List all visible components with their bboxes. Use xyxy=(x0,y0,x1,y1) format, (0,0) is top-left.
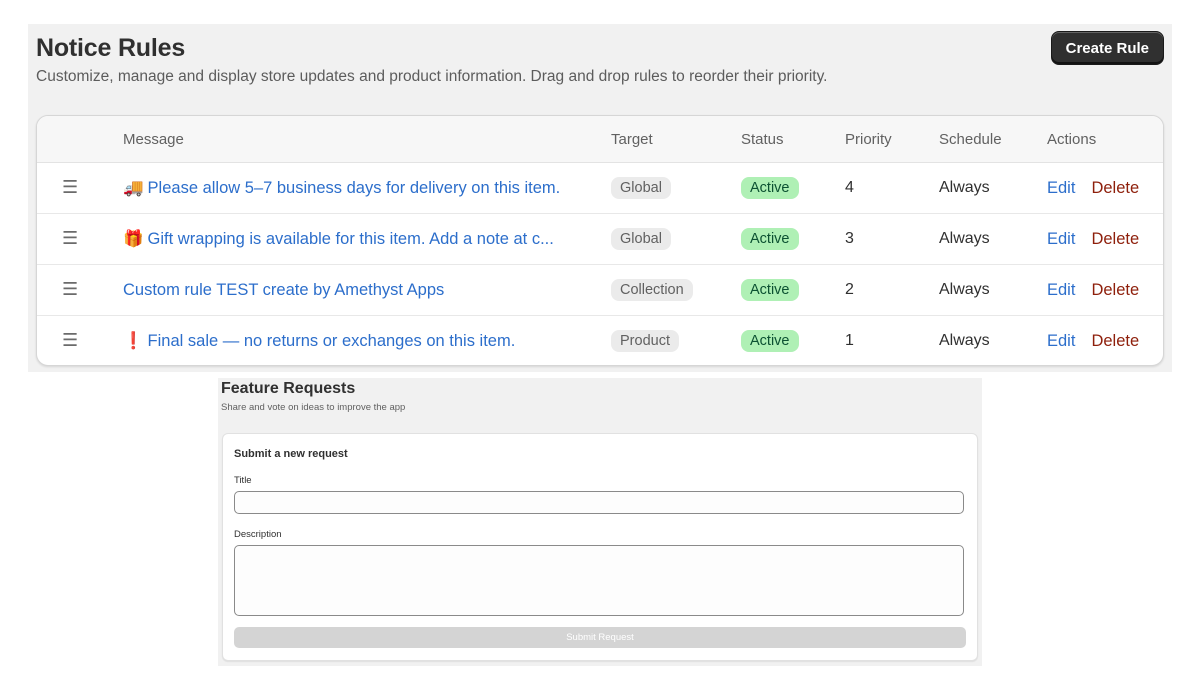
rule-message-link[interactable]: Custom rule TEST create by Amethyst Apps xyxy=(123,281,444,300)
rules-table: Message Target Status Priority Schedule … xyxy=(37,116,1163,366)
truck-icon: 🚚 xyxy=(123,178,144,197)
request-form-card: Submit a new request Title Description S… xyxy=(222,433,978,661)
priority-value: 4 xyxy=(845,162,939,214)
schedule-value: Always xyxy=(939,332,990,349)
column-header-status: Status xyxy=(741,116,845,163)
priority-value: 1 xyxy=(845,332,854,349)
column-header-priority: Priority xyxy=(845,116,939,163)
rule-message-link[interactable]: ❗ Final sale — no returns or exchanges on… xyxy=(123,331,515,351)
create-rule-button[interactable]: Create Rule xyxy=(1050,31,1164,65)
schedule-value: Always xyxy=(939,264,1047,316)
description-textarea[interactable] xyxy=(234,545,964,616)
delete-button[interactable]: Delete xyxy=(1091,281,1139,299)
drag-handle-icon[interactable]: ☰ xyxy=(62,331,78,349)
feature-requests-panel: Feature Requests Share and vote on ideas… xyxy=(218,378,982,666)
submit-request-button[interactable]: Submit Request xyxy=(234,627,966,648)
table-row: ☰ Custom rule TEST create by Amethyst Ap… xyxy=(37,264,1163,316)
gift-icon: 🎁 xyxy=(123,229,144,248)
edit-button[interactable]: Edit xyxy=(1047,179,1075,197)
edit-button[interactable]: Edit xyxy=(1047,281,1075,299)
priority-value: 3 xyxy=(845,213,939,265)
title-label: Title xyxy=(234,475,252,486)
edit-button[interactable]: Edit xyxy=(1047,332,1075,350)
column-header-drag xyxy=(37,116,123,163)
edit-button[interactable]: Edit xyxy=(1047,230,1075,248)
delete-button[interactable]: Delete xyxy=(1091,179,1139,197)
status-badge: Active xyxy=(741,330,799,352)
rules-table-card: Message Target Status Priority Schedule … xyxy=(36,115,1164,366)
drag-handle-icon[interactable]: ☰ xyxy=(62,178,78,196)
notice-rules-panel: Notice Rules Customize, manage and displ… xyxy=(28,24,1172,372)
drag-handle-icon[interactable]: ☰ xyxy=(62,280,78,298)
priority-value: 2 xyxy=(845,264,939,316)
feature-requests-subtitle: Share and vote on ideas to improve the a… xyxy=(221,402,406,413)
rule-message-link[interactable]: 🎁 Gift wrapping is available for this ite… xyxy=(123,229,554,249)
schedule-value: Always xyxy=(939,162,1047,214)
table-header-row: Message Target Status Priority Schedule … xyxy=(37,116,1163,163)
feature-requests-title: Feature Requests xyxy=(221,380,356,397)
column-header-message: Message xyxy=(123,116,611,163)
column-header-schedule: Schedule xyxy=(939,116,1047,163)
column-header-actions: Actions xyxy=(1047,116,1163,163)
target-tag: Product xyxy=(611,330,679,352)
status-badge: Active xyxy=(741,279,799,301)
page-title: Notice Rules xyxy=(36,34,186,62)
delete-button[interactable]: Delete xyxy=(1091,332,1139,350)
target-tag: Collection xyxy=(611,279,693,301)
table-row: ☰ 🚚 Please allow 5–7 business days for de… xyxy=(37,162,1163,214)
status-badge: Active xyxy=(741,177,799,199)
column-header-target: Target xyxy=(611,116,741,163)
description-label: Description xyxy=(234,529,282,540)
drag-handle-icon[interactable]: ☰ xyxy=(62,229,78,247)
delete-button[interactable]: Delete xyxy=(1091,230,1139,248)
schedule-value: Always xyxy=(939,213,1047,265)
page-subtitle: Customize, manage and display store upda… xyxy=(36,68,828,85)
table-row: ☰ ❗ Final sale — no returns or exchanges … xyxy=(37,316,1163,366)
form-heading: Submit a new request xyxy=(234,448,348,460)
status-badge: Active xyxy=(741,228,799,250)
rule-message-link[interactable]: 🚚 Please allow 5–7 business days for deli… xyxy=(123,178,560,198)
exclamation-icon: ❗ xyxy=(123,331,144,350)
target-tag: Global xyxy=(611,177,671,199)
target-tag: Global xyxy=(611,228,671,250)
title-input[interactable] xyxy=(234,491,964,514)
table-row: ☰ 🎁 Gift wrapping is available for this i… xyxy=(37,213,1163,265)
